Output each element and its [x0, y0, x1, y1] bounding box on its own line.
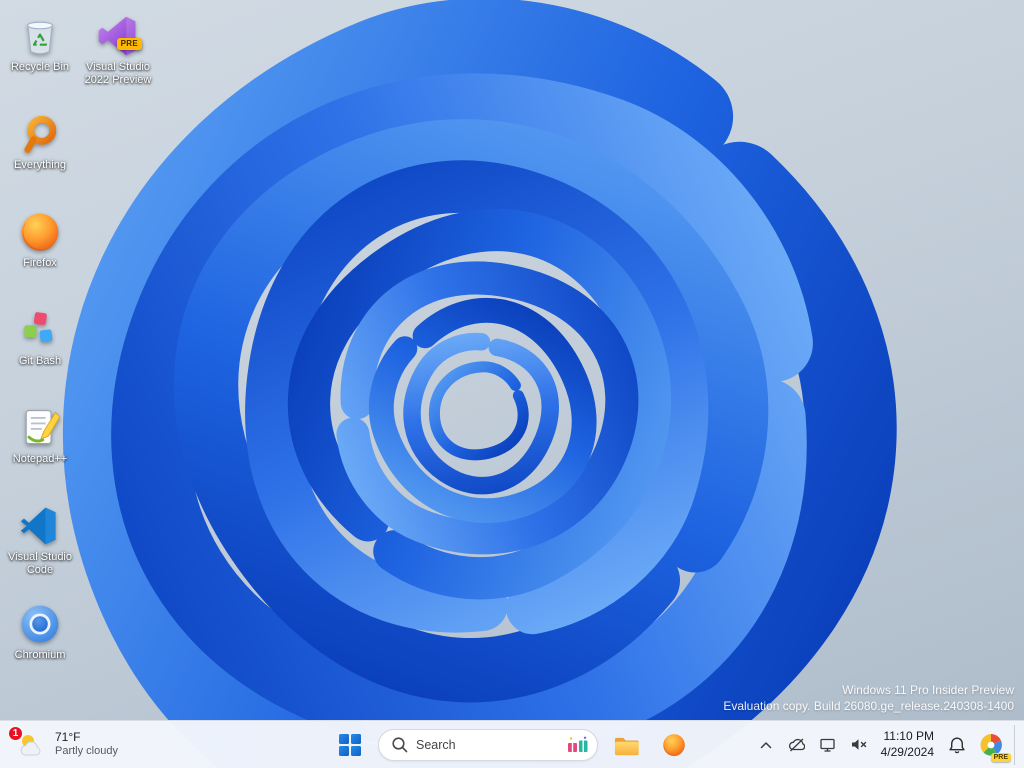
windows-logo-icon	[339, 733, 361, 756]
file-explorer-button[interactable]	[606, 725, 646, 765]
clock-time: 11:10 PM	[883, 728, 934, 743]
everything-icon	[18, 112, 62, 156]
start-button[interactable]	[330, 725, 370, 765]
folder-icon	[614, 737, 639, 755]
firefox-icon	[663, 733, 685, 756]
chevron-up-icon	[760, 741, 771, 748]
git-bash-icon	[18, 308, 62, 352]
watermark-line2: Evaluation copy. Build 26080.ge_release.…	[723, 698, 1014, 713]
show-desktop-button[interactable]	[1014, 724, 1020, 765]
cloud-slash-icon	[788, 738, 805, 751]
clock-date: 4/29/2024	[880, 744, 934, 759]
weather-condition: Partly cloudy	[55, 745, 118, 758]
desktop-icon-label: Visual Studio Code	[7, 551, 72, 577]
firefox-taskbar-button[interactable]	[654, 725, 694, 765]
notification-count-badge: 1	[7, 724, 24, 742]
weather-temperature: 71°F	[55, 730, 81, 745]
desktop-icon-label: Recycle Bin	[10, 61, 70, 73]
wallpaper-bloom	[0, 0, 1024, 768]
desktop-icon-chromium[interactable]: Chromium	[2, 602, 78, 662]
search-placeholder: Search	[416, 737, 456, 752]
desktop-icon-visual-studio-preview[interactable]: PRE Visual Studio 2022 Preview	[80, 14, 156, 87]
volume-muted-icon	[851, 739, 866, 750]
search-box[interactable]: Search	[378, 728, 598, 761]
search-highlight-gifts-icon	[568, 736, 588, 752]
pre-badge: PRE	[116, 38, 142, 50]
bell-icon	[949, 737, 965, 753]
desktop-icon-recycle-bin[interactable]: Recycle Bin	[2, 14, 78, 74]
notification-center-button[interactable]	[942, 727, 972, 763]
vscode-icon	[18, 504, 62, 548]
tray-preview-app-button[interactable]: PRE	[978, 732, 1011, 762]
desktop-icon-label: Firefox	[23, 257, 57, 269]
volume-button[interactable]	[844, 727, 873, 763]
firefox-icon	[18, 210, 62, 254]
desktop-icon-label: Everything	[14, 159, 66, 171]
widgets-button[interactable]: 1 71°F Partly cloudy	[6, 724, 128, 763]
watermark-line1: Windows 11 Pro Insider Preview	[842, 682, 1014, 697]
visual-studio-icon: PRE	[96, 14, 142, 58]
network-status-button[interactable]	[813, 727, 842, 763]
desktop-icon-label: Visual Studio 2022 Preview	[84, 61, 152, 87]
chromium-icon	[18, 602, 62, 646]
desktop-icon-vscode[interactable]: Visual Studio Code	[2, 504, 78, 577]
desktop-icon-firefox[interactable]: Firefox	[2, 210, 78, 270]
desktop-icon-label: Git Bash	[18, 355, 62, 367]
ethernet-icon	[819, 738, 835, 752]
recycle-bin-icon	[18, 14, 62, 58]
desktop-icon-git-bash[interactable]: Git Bash	[2, 308, 78, 368]
onedrive-status-button[interactable]	[782, 727, 811, 763]
desktop-icon-everything[interactable]: Everything	[2, 112, 78, 172]
pre-badge: PRE	[990, 752, 1011, 762]
search-icon	[392, 737, 408, 753]
desktop-icon-label: Notepad++	[12, 453, 68, 465]
taskbar: 1 71°F Partly cloudy Search 11:10 PM 4/2…	[0, 720, 1024, 768]
tray-clock[interactable]: 11:10 PM 4/29/2024	[875, 729, 940, 760]
desktop-icon-label: Chromium	[14, 649, 66, 661]
desktop-icon-notepadpp[interactable]: Notepad++	[2, 406, 78, 466]
notepadpp-icon	[18, 406, 62, 450]
tray-overflow-button[interactable]	[752, 727, 780, 763]
evaluation-watermark: Windows 11 Pro Insider Preview Evaluatio…	[723, 682, 1014, 714]
